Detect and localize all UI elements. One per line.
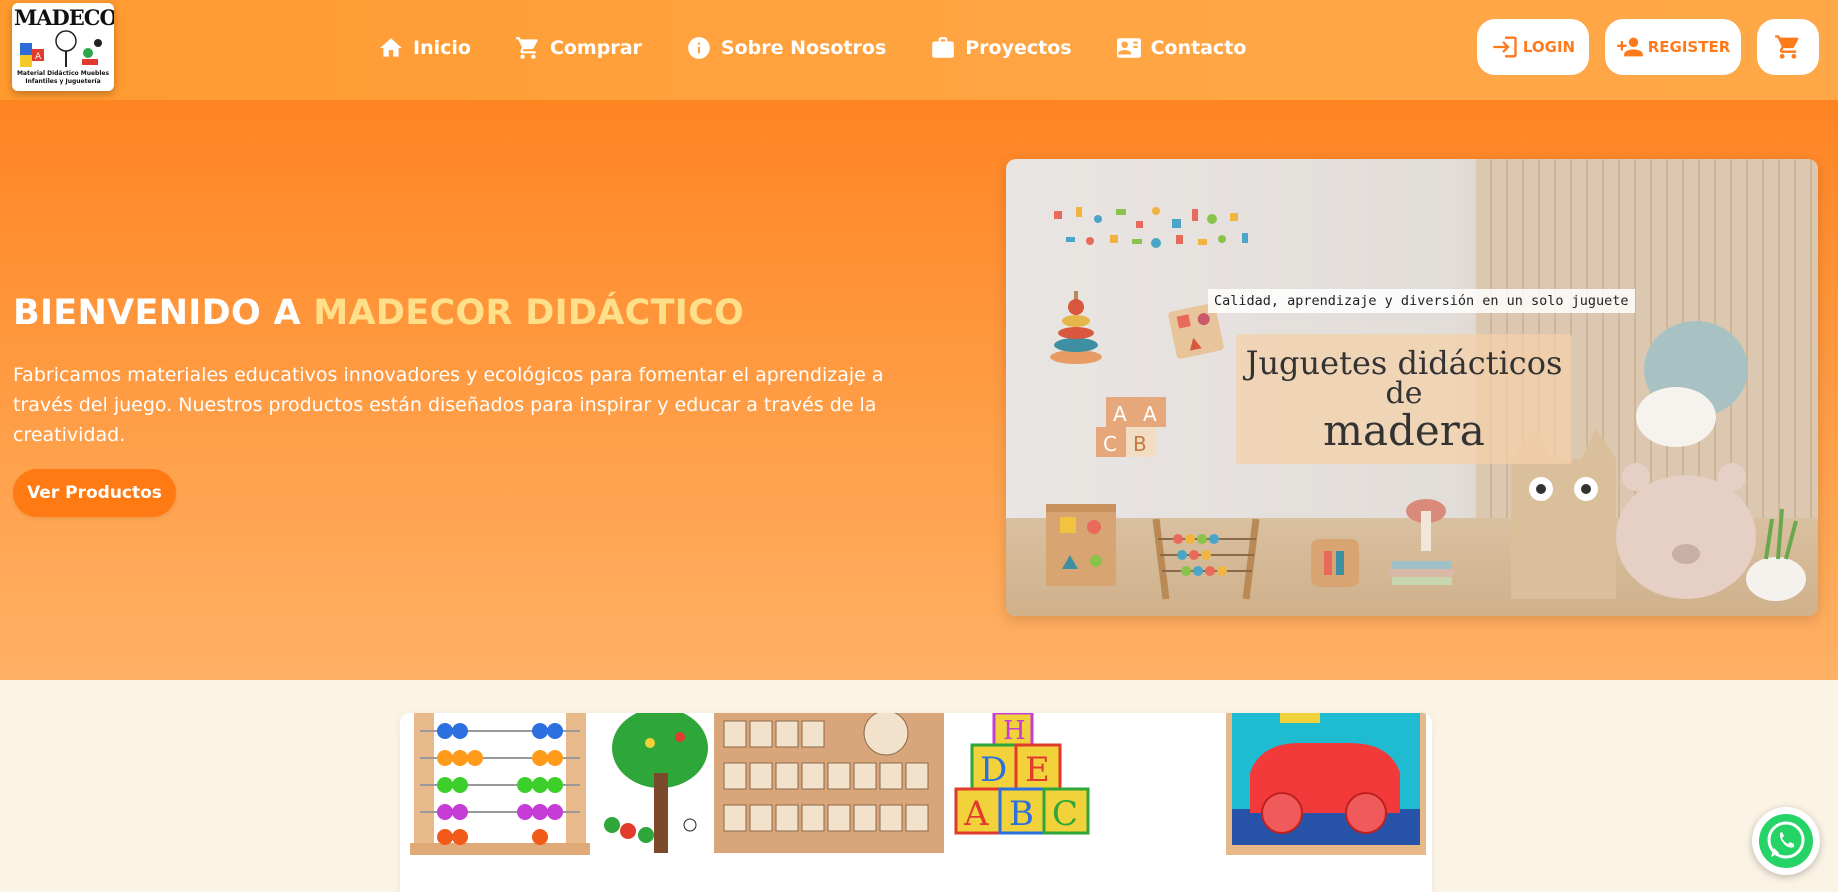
hero-title-prefix: BIENVENIDO A: [13, 293, 314, 333]
register-label: REGISTER: [1647, 38, 1731, 56]
gallery-abacus-image[interactable]: [410, 713, 590, 855]
hero-title: BIENVENIDO A MADECOR DIDÁCTICO: [13, 293, 744, 333]
svg-text:A: A: [35, 52, 42, 62]
hero-title-accent: MADECOR DIDÁCTICO: [313, 293, 745, 333]
navbar: MADECOR A Material Didáctico Muebles Inf…: [0, 0, 1838, 100]
block-letter-h: H: [1003, 716, 1026, 746]
plush-bear-toy: [1616, 463, 1756, 599]
login-button[interactable]: LOGIN: [1477, 19, 1589, 75]
whatsapp-icon: [1759, 814, 1813, 868]
nav-sobre-nosotros[interactable]: Sobre Nosotros: [686, 30, 886, 66]
product-gallery: H D E A B C: [400, 713, 1432, 892]
login-label: LOGIN: [1522, 38, 1576, 56]
nav-comprar-label: Comprar: [549, 37, 642, 59]
info-icon: [688, 37, 710, 59]
logo-illustration: A: [20, 30, 102, 67]
rattle-toy: [1311, 539, 1359, 587]
shopping-cart-icon: [1775, 35, 1799, 59]
svg-text:A: A: [1143, 402, 1157, 426]
whatsapp-button[interactable]: [1752, 807, 1820, 875]
brand-logo[interactable]: MADECOR A Material Didáctico Muebles Inf…: [12, 3, 114, 91]
nav-contacto[interactable]: Contacto: [1116, 30, 1247, 66]
nav-sobre-nosotros-label: Sobre Nosotros: [720, 37, 887, 59]
shape-sorter-cube: [1046, 504, 1116, 586]
nav-inicio-label: Inicio: [413, 37, 471, 59]
login-icon: [1493, 36, 1517, 58]
abacus-toy: [1152, 518, 1260, 600]
block-letter-b: B: [1009, 794, 1034, 834]
hero-description: Fabricamos materiales educativos innovad…: [13, 364, 884, 446]
letter-blocks-toy: A A C B: [1096, 397, 1166, 457]
plant-decor: [1746, 508, 1806, 601]
banner-line-3: madera: [1323, 406, 1485, 455]
wall-decal: [1054, 207, 1248, 248]
mushroom-decor: [1406, 499, 1446, 551]
banner-tagline: Calidad, aprendizaje y diversión en un s…: [1208, 289, 1635, 313]
nav-proyectos-label: Proyectos: [965, 37, 1072, 59]
block-letter-a: A: [963, 794, 989, 834]
svg-text:B: B: [1133, 432, 1147, 456]
add-person-icon: [1616, 37, 1643, 57]
briefcase-icon: [932, 37, 955, 58]
hero-banner-image: A A C B Calidad, aprendizaje y diversión…: [1006, 159, 1818, 616]
block-letter-e: E: [1025, 750, 1050, 790]
nav-comprar[interactable]: Comprar: [515, 30, 642, 66]
home-icon: [380, 38, 402, 57]
contact-card-icon: [1116, 38, 1141, 58]
block-letter-c: C: [1052, 794, 1078, 834]
ring-stacker-toy: [1050, 291, 1102, 364]
cart-icon: [516, 37, 538, 59]
logo-title: MADECOR: [14, 5, 114, 30]
block-letter-d: D: [980, 750, 1007, 790]
plush-dino-toy: [1636, 321, 1748, 447]
main-nav: Inicio Comprar Sobre Nosotros Proyectos …: [378, 30, 1290, 66]
gallery-strip: H D E A B C: [410, 713, 1426, 855]
nav-inicio[interactable]: Inicio: [378, 30, 471, 66]
gallery-number-board-image[interactable]: [714, 713, 944, 853]
gallery-car-puzzle-image[interactable]: [1226, 713, 1426, 855]
hero-section: BIENVENIDO A MADECOR DIDÁCTICO Fabricamo…: [0, 100, 1838, 680]
cart-button[interactable]: [1757, 19, 1819, 75]
register-button[interactable]: REGISTER: [1605, 19, 1741, 75]
gallery-tree-toy-image[interactable]: [604, 713, 708, 853]
books-decor: [1388, 561, 1454, 585]
gallery-abc-blocks-image[interactable]: H D E A B C: [954, 713, 1090, 835]
ver-productos-button[interactable]: Ver Productos: [13, 469, 176, 517]
nav-contacto-label: Contacto: [1150, 37, 1247, 59]
banner-headline-box: Juguetes didácticos de madera: [1236, 334, 1572, 464]
svg-text:A: A: [1113, 402, 1127, 426]
nav-proyectos[interactable]: Proyectos: [930, 30, 1072, 66]
svg-text:C: C: [1103, 432, 1117, 456]
logo-subtitle: Material Didáctico Muebles Infantiles y …: [16, 70, 110, 85]
